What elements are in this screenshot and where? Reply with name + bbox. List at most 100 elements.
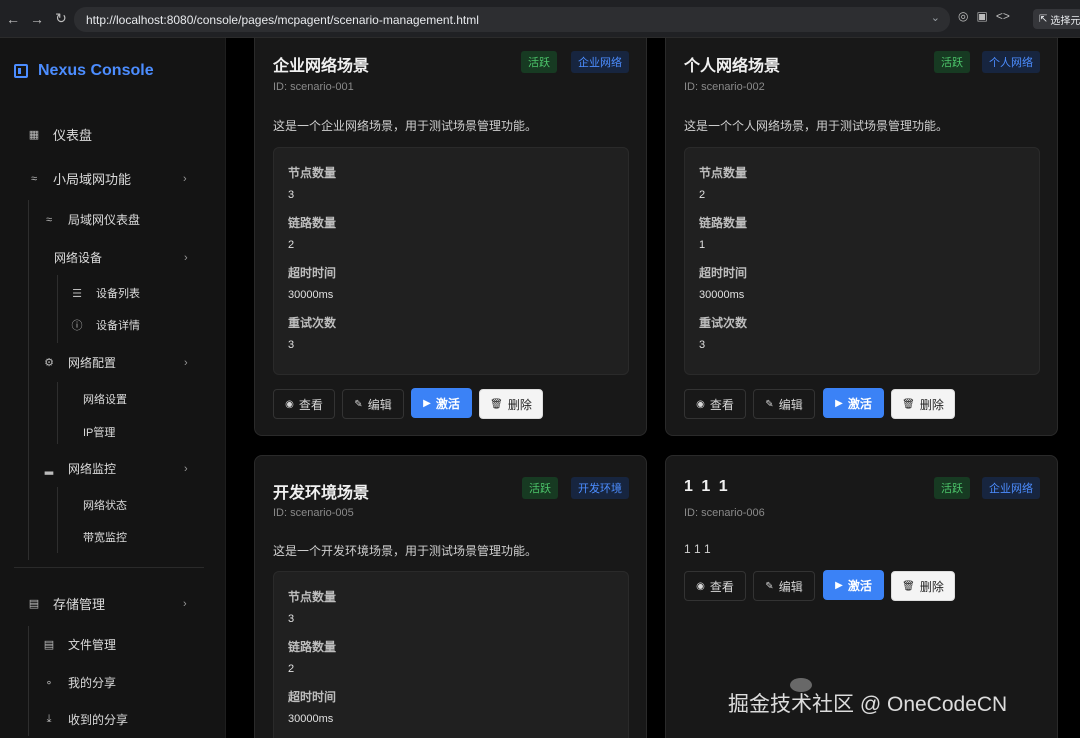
stat-label-retries: 重试次数: [288, 316, 337, 330]
sidebar-item-ip-management[interactable]: IP管理: [83, 424, 115, 440]
sidebar-item-my-shares[interactable]: ∘ 我的分享: [42, 674, 116, 691]
sidebar-divider: [14, 567, 204, 568]
brand[interactable]: Nexus Console: [14, 62, 154, 80]
stat-value-nodes: 3: [288, 189, 295, 201]
pencil-icon: ✎: [765, 398, 774, 410]
scenario-id: ID: scenario-002: [684, 81, 765, 93]
console-logo-icon: [14, 64, 28, 78]
wifi-icon: ≈: [45, 213, 53, 226]
type-badge: 企业网络: [982, 477, 1040, 499]
chevron-right-icon: ›: [184, 462, 188, 475]
sidebar-item-file-management[interactable]: ▤ 文件管理: [42, 636, 116, 653]
stat-value-timeout: 30000ms: [699, 289, 745, 301]
scenario-title: 企业网络场景: [273, 58, 370, 75]
chevron-right-icon: ›: [184, 251, 188, 264]
stat-value-timeout: 30000ms: [288, 289, 334, 301]
edit-button[interactable]: ✎ 编辑: [753, 389, 815, 419]
trash-icon: 🗑: [902, 398, 915, 410]
watermark: 掘金技术社区 @ OneCodeCN: [728, 693, 1008, 716]
stat-value-links: 2: [288, 663, 295, 675]
scenario-id: ID: scenario-006: [684, 507, 765, 519]
sidebar-item-device-list[interactable]: ☰ 设备列表: [70, 285, 140, 301]
code-icon[interactable]: <>: [996, 9, 1010, 23]
reload-icon[interactable]: ↻: [50, 8, 72, 30]
chevron-down-icon[interactable]: ⌄: [931, 11, 940, 24]
sidebar-item-network-settings[interactable]: 网络设置: [83, 391, 127, 407]
scenario-stats: 节点数量 3 链路数量 2 超时时间 30000ms: [273, 571, 629, 738]
trash-icon: 🗑: [902, 580, 915, 592]
sidebar-item-network-status[interactable]: 网络状态: [83, 497, 127, 513]
address-bar[interactable]: http://localhost:8080/console/pages/mcpa…: [74, 7, 950, 32]
scenario-id: ID: scenario-005: [273, 507, 354, 519]
view-button[interactable]: ◉ 查看: [684, 389, 746, 419]
sidebar-item-dashboard[interactable]: ▦ 仪表盘: [27, 125, 92, 144]
scenario-description: 这是一个开发环境场景，用于测试场景管理功能。: [273, 544, 538, 558]
delete-button[interactable]: 🗑 删除: [891, 389, 955, 419]
back-icon[interactable]: ←: [2, 8, 24, 30]
scenario-description: 这是一个企业网络场景，用于测试场景管理功能。: [273, 119, 538, 133]
scenario-stats: 节点数量 3 链路数量 2 超时时间 30000ms 重试次数 3: [273, 147, 629, 375]
stat-label-links: 链路数量: [288, 640, 337, 654]
brand-title: Nexus Console: [38, 62, 154, 79]
view-button[interactable]: ◉ 查看: [273, 389, 335, 419]
sidebar-item-bandwidth-monitor[interactable]: 带宽监控: [83, 529, 127, 545]
delete-button[interactable]: 🗑 删除: [479, 389, 543, 419]
status-badge: 活跃: [521, 51, 557, 73]
wifi-icon: ≈: [30, 172, 38, 185]
trash-icon: 🗑: [490, 398, 503, 410]
delete-button[interactable]: 🗑 删除: [891, 571, 955, 601]
edit-button[interactable]: ✎ 编辑: [753, 571, 815, 601]
sidebar-item-network-devices[interactable]: 网络设备 ›: [54, 249, 194, 266]
view-button[interactable]: ◉ 查看: [684, 571, 746, 601]
stat-value-retries: 3: [288, 339, 295, 351]
eye-icon: ◉: [696, 398, 705, 410]
grid-icon: ▦: [28, 129, 40, 141]
chevron-right-icon: ›: [183, 597, 187, 610]
sidebar-item-device-detail[interactable]: ⓘ 设备详情: [70, 317, 141, 333]
scenario-card: 企业网络场景 活跃 企业网络 ID: scenario-001 这是一个企业网络…: [254, 38, 647, 436]
activate-button[interactable]: ▶ 激活: [823, 388, 884, 418]
sidebar-item-received-shares[interactable]: ⤓ 收到的分享: [42, 711, 128, 728]
forward-icon[interactable]: →: [26, 8, 48, 30]
stat-value-nodes: 2: [699, 189, 706, 201]
list-icon: ☰: [72, 287, 82, 300]
eye-icon: ◉: [696, 580, 705, 592]
sidebar-item-network-monitor[interactable]: ▂ 网络监控 ›: [42, 460, 194, 477]
status-badge: 活跃: [522, 477, 558, 499]
scenario-id: ID: scenario-001: [273, 81, 354, 93]
stat-value-retries: 3: [699, 339, 706, 351]
play-icon: ▶: [423, 397, 431, 409]
device-mode-icon[interactable]: ▣: [976, 9, 987, 23]
edit-button[interactable]: ✎ 编辑: [342, 389, 404, 419]
stat-label-nodes: 节点数量: [699, 166, 748, 180]
activate-button[interactable]: ▶ 激活: [823, 570, 884, 600]
browser-toolbar: ← → ↻ http://localhost:8080/console/page…: [0, 0, 1080, 38]
scenario-title: 个人网络场景: [684, 58, 781, 75]
stat-label-links: 链路数量: [699, 216, 748, 230]
scenario-card: 个人网络场景 活跃 个人网络 ID: scenario-002 这是一个个人网络…: [665, 38, 1058, 436]
cursor-icon: ⇱: [1039, 13, 1048, 25]
stat-value-links: 1: [699, 239, 706, 251]
type-badge: 企业网络: [571, 51, 629, 73]
scenario-title: 1 1 1: [684, 478, 730, 495]
scenario-description: 1 1 1: [684, 542, 711, 556]
info-icon: ⓘ: [71, 320, 83, 332]
activate-button[interactable]: ▶ 激活: [411, 388, 472, 418]
sidebar-item-network-config[interactable]: ⚙ 网络配置 ›: [42, 354, 194, 371]
bar-chart-icon: ▂: [44, 463, 54, 475]
extension-icon[interactable]: ◎: [958, 9, 968, 23]
stat-value-nodes: 3: [288, 613, 295, 625]
chevron-right-icon: ›: [184, 356, 188, 369]
sidebar-item-lan-dashboard[interactable]: ≈ 局域网仪表盘: [42, 211, 140, 228]
folder-icon: ▤: [43, 639, 55, 651]
scenario-description: 这是一个个人网络场景，用于测试场景管理功能。: [684, 119, 949, 133]
chevron-right-icon: ›: [183, 172, 187, 185]
scenario-stats: 节点数量 2 链路数量 1 超时时间 30000ms 重试次数 3: [684, 147, 1040, 375]
status-badge: 活跃: [934, 51, 970, 73]
type-badge: 开发环境: [571, 477, 629, 499]
stat-label-timeout: 超时时间: [288, 266, 337, 280]
stat-value-timeout: 30000ms: [288, 713, 334, 725]
sidebar-item-storage[interactable]: ▤ 存储管理 ›: [27, 594, 197, 613]
element-picker-button[interactable]: ⇱ 选择元: [1033, 9, 1080, 29]
sidebar-item-lan[interactable]: ≈ 小局域网功能 ›: [27, 169, 197, 188]
